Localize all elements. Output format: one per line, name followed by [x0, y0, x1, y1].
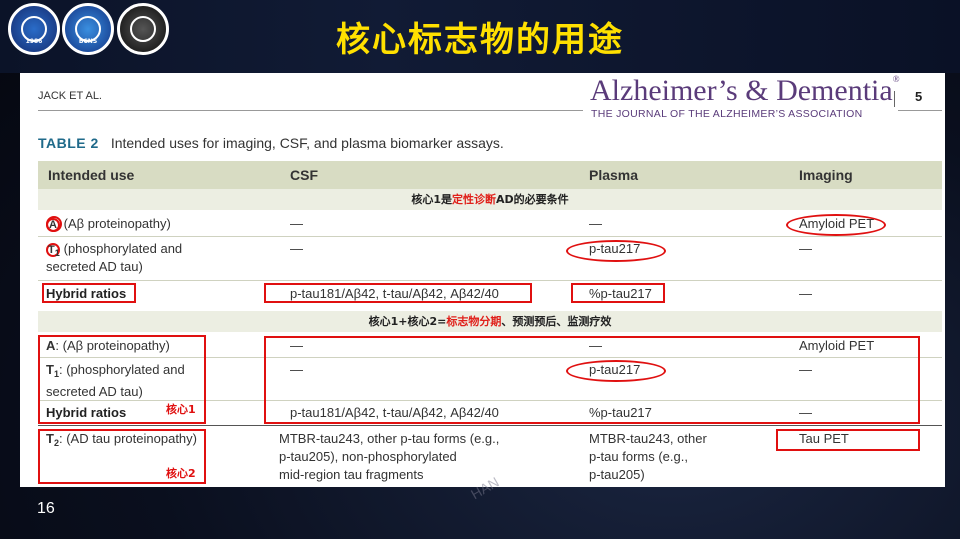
- row2-csf: —: [290, 241, 303, 256]
- row2-imaging: —: [799, 241, 812, 256]
- header-intended-use: Intended use: [48, 167, 135, 183]
- journal-subtitle: THE JOURNAL OF THE ALZHEIMER’S ASSOCIATI…: [591, 108, 863, 120]
- note-core2: 核心2: [166, 467, 196, 480]
- annotation-box-csf-ratios: [264, 283, 532, 303]
- annotation-box-ptau: [571, 283, 665, 303]
- header-plasma: Plasma: [589, 167, 639, 183]
- header-csf: CSF: [290, 167, 318, 183]
- row1-plasma: —: [589, 216, 602, 231]
- document-page: JACK ET AL. Alzheimer’s & Dementia® THE …: [20, 73, 945, 487]
- annotation-oval-amyloid: [786, 214, 886, 236]
- page-separator: [894, 91, 895, 107]
- annotation-box-tau-pet: [776, 429, 920, 451]
- row7-plasma: MTBR-tau243, other p-tau forms (e.g., p-ta…: [589, 431, 707, 482]
- annotation-oval-plasma-2: [566, 360, 666, 382]
- annotation-oval-a: [46, 216, 62, 232]
- section-band-1: 核心1是定性诊断AD的必要条件: [38, 189, 942, 210]
- page-rule: [898, 110, 942, 111]
- row3-imaging: —: [799, 286, 812, 301]
- journal-name: Alzheimer’s & Dementia®: [590, 74, 900, 107]
- caption-label: TABLE 2: [38, 135, 99, 151]
- caption-text: Intended uses for imaging, CSF, and plas…: [110, 135, 504, 151]
- table-caption: TABLE 2 Intended uses for imaging, CSF, a…: [38, 135, 504, 151]
- running-head: JACK ET AL.: [38, 90, 102, 102]
- slide-header: 1986 BCNS 核心标志物的用途: [0, 0, 960, 73]
- row1-use: A (Aβ proteinopathy): [46, 215, 171, 233]
- slide-number: 16: [37, 500, 55, 517]
- row7-csf: MTBR-tau243, other p-tau forms (e.g., p-t…: [279, 431, 500, 482]
- annotation-oval-plasma-1: [566, 240, 666, 262]
- annotation-box-hybrid: [42, 283, 136, 303]
- row1-csf: —: [290, 216, 303, 231]
- section-band-2: 核心1+核心2=标志物分期、预测预后、监测疗效: [38, 311, 942, 332]
- header-imaging: Imaging: [799, 167, 853, 183]
- page-number: 5: [915, 89, 923, 104]
- header-rule: [38, 110, 583, 111]
- row2-use: T1 (phosphorylated and secreted AD tau): [46, 241, 183, 274]
- slide-title: 核心标志物的用途: [336, 20, 624, 60]
- table-header-row: Intended use CSF Plasma Imaging: [38, 161, 942, 189]
- label-t1-circled: T1: [46, 243, 60, 258]
- note-core1: 核心1: [166, 403, 196, 416]
